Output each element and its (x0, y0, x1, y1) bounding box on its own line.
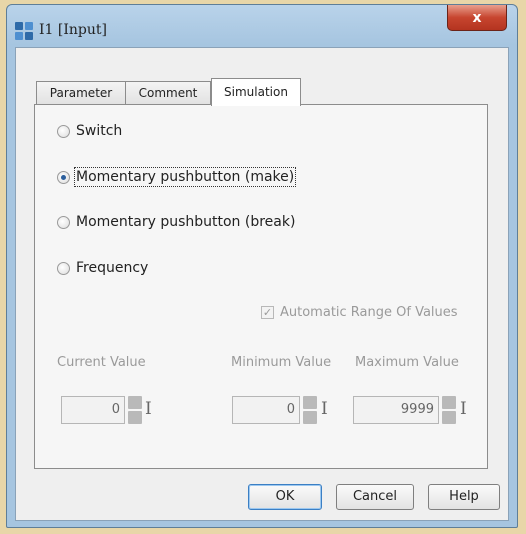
simulation-panel: Switch Momentary pushbutton (make) Momen… (34, 104, 488, 469)
tab-comment[interactable]: Comment (125, 81, 211, 104)
radio-label: Switch (76, 123, 123, 139)
app-icon (15, 22, 33, 40)
radio-button-icon[interactable] (57, 261, 70, 275)
help-button[interactable]: Help (428, 484, 500, 510)
radio-button-icon[interactable] (57, 124, 70, 138)
maximum-value-spinner[interactable] (442, 396, 456, 424)
maximum-value-label: Maximum Value (355, 355, 459, 370)
radio-label: Frequency (76, 260, 149, 276)
tab-simulation[interactable]: Simulation (211, 78, 301, 106)
minimum-value-input[interactable]: 0 (232, 396, 300, 424)
radio-switch[interactable]: Switch (57, 123, 122, 139)
title-bar[interactable]: I1 [Input] x (7, 5, 517, 47)
current-value-input[interactable]: 0 (61, 396, 125, 424)
current-value-spinner[interactable] (128, 396, 142, 424)
dialog-body: Parameter Comment Simulation Switch Mome… (15, 47, 509, 521)
text-cursor-icon: I (460, 399, 467, 419)
window-title: I1 [Input] (39, 22, 107, 38)
maximum-value-input[interactable]: 9999 (353, 396, 439, 424)
radio-momentary-break[interactable]: Momentary pushbutton (break) (57, 214, 295, 230)
checkmark-icon[interactable]: ✓ (261, 306, 274, 319)
cancel-button[interactable]: Cancel (336, 484, 414, 510)
radio-button-icon[interactable] (57, 215, 70, 229)
dialog-window: I1 [Input] x Parameter Comment Simulatio… (6, 4, 518, 528)
radio-frequency[interactable]: Frequency (57, 260, 148, 276)
tab-parameter[interactable]: Parameter (36, 81, 126, 104)
text-cursor-icon: I (145, 399, 152, 419)
ok-button[interactable]: OK (248, 484, 322, 510)
minimum-value-spinner[interactable] (303, 396, 317, 424)
text-cursor-icon: I (321, 399, 328, 419)
auto-range-label: Automatic Range Of Values (280, 305, 458, 320)
radio-button-checked-icon[interactable] (57, 170, 70, 184)
minimum-value-label: Minimum Value (231, 355, 332, 370)
radio-label: Momentary pushbutton (make) (73, 167, 297, 187)
radio-label: Momentary pushbutton (break) (76, 214, 296, 230)
radio-momentary-make[interactable]: Momentary pushbutton (make) (57, 167, 297, 187)
current-value-label: Current Value (57, 355, 146, 370)
close-button[interactable]: x (447, 5, 507, 31)
auto-range-checkbox[interactable]: ✓ Automatic Range Of Values (261, 305, 458, 320)
